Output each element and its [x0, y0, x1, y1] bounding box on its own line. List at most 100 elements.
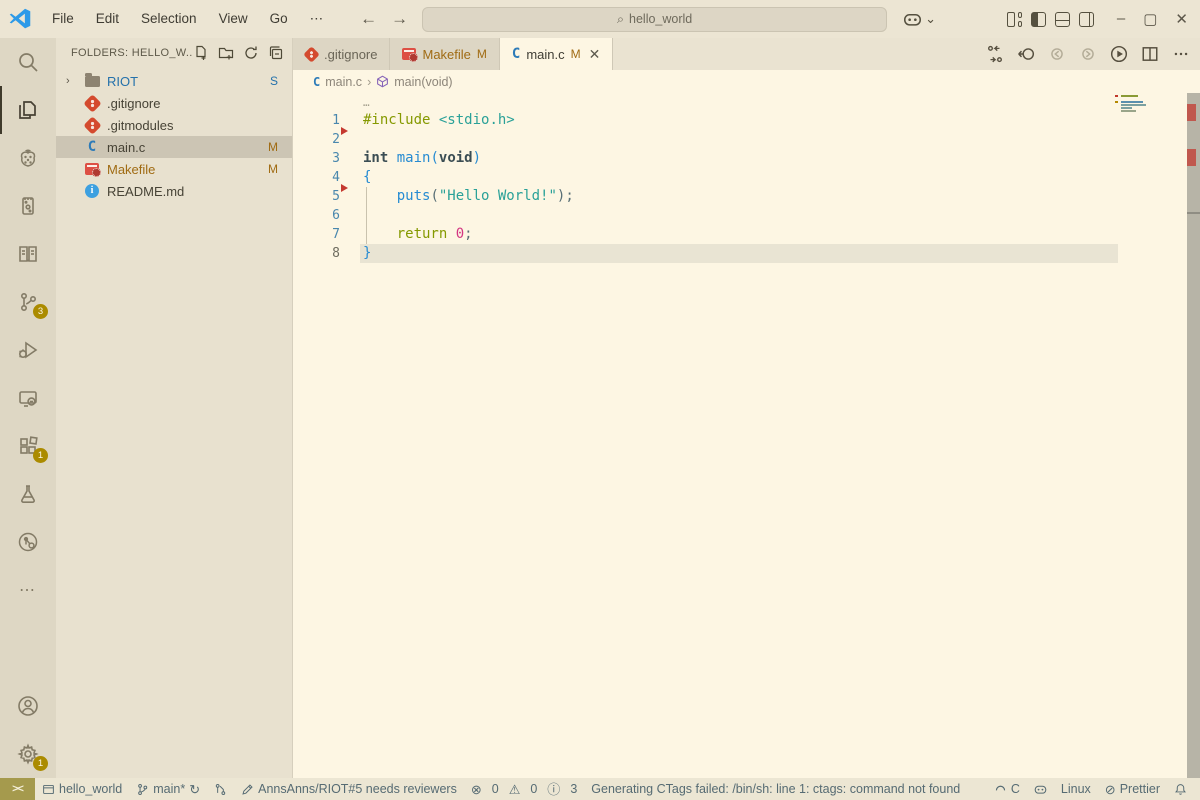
tree-row-gitignore[interactable]: .gitignore [56, 92, 292, 114]
collapse-all-icon[interactable] [268, 45, 284, 61]
next-change-icon[interactable] [1079, 45, 1097, 63]
file-name: .gitignore [107, 96, 292, 111]
workspace-label: hello_world [59, 782, 122, 796]
explorer-sidebar: FOLDERS: HELLO_W... › RIOT [56, 38, 293, 778]
pen-icon [241, 783, 254, 796]
git-graph-item[interactable] [207, 778, 234, 800]
tree-row-riot[interactable]: › RIOT S [56, 70, 292, 92]
breadcrumb-file[interactable]: main.c [325, 75, 362, 89]
menu-more[interactable]: ⋯ [299, 0, 335, 38]
tree-row-gitmodules[interactable]: .gitmodules [56, 114, 292, 136]
tree-row-readme[interactable]: i README.md [56, 180, 292, 202]
code-line-8[interactable]: 8} [293, 244, 1200, 263]
editor-scrollbar[interactable] [1187, 93, 1200, 778]
activity-search[interactable] [0, 38, 56, 86]
code-line-3[interactable]: 3int main(void) [293, 149, 1200, 168]
git-branch-item[interactable]: main* ↻ [129, 778, 207, 800]
file-name: README.md [107, 184, 292, 199]
menu-edit[interactable]: Edit [85, 0, 130, 38]
language-status-item[interactable]: C [987, 778, 1027, 800]
copilot-menu[interactable]: ⌄ [903, 10, 936, 29]
run-code-icon[interactable] [1110, 45, 1128, 63]
copilot-status-item[interactable] [1027, 778, 1054, 800]
error-count: 0 [492, 782, 499, 796]
chevron-right-icon: › [66, 75, 82, 87]
scroll-decoration [1187, 149, 1196, 166]
prev-change-icon[interactable] [1048, 45, 1066, 63]
formatter-item[interactable]: ⊘ Prettier [1098, 778, 1167, 800]
status-bar: >< hello_world main* ↻ AnnsAnns/RIOT#5 n… [0, 778, 1200, 800]
activity-board[interactable] [0, 182, 56, 230]
activity-more[interactable]: ⋯ [0, 566, 56, 614]
menu-selection[interactable]: Selection [130, 0, 208, 38]
os-item[interactable]: Linux [1054, 778, 1098, 800]
history-back-icon[interactable]: ← [360, 9, 377, 29]
toggle-panel-icon[interactable] [1055, 12, 1070, 27]
menu-go[interactable]: Go [259, 0, 299, 38]
remote-icon: >< [12, 783, 23, 795]
code-line-5[interactable]: 5 puts("Hello World!"); [293, 187, 1200, 206]
activity-run-debug[interactable] [0, 326, 56, 374]
beaker-icon [16, 482, 40, 506]
code-line-4[interactable]: 4{ [293, 168, 1200, 187]
breadcrumb-symbol[interactable]: main(void) [394, 75, 452, 89]
new-folder-icon[interactable] [218, 45, 234, 61]
window-minimize-button[interactable]: – [1117, 10, 1125, 28]
tab-label: main.c [526, 47, 564, 62]
os-label: Linux [1061, 782, 1091, 796]
c-file-icon: C [512, 46, 520, 62]
tab-makefile[interactable]: Makefile M [390, 38, 499, 70]
accounts-button[interactable] [0, 682, 56, 730]
vscode-window: File Edit Selection View Go ⋯ ← → ⌕ hell… [0, 0, 1200, 800]
activity-extensions[interactable]: 1 [0, 422, 56, 470]
tab-bar: .gitignore Makefile M C main.c M ✕ [293, 38, 1200, 70]
window-maximize-button[interactable]: ▢ [1143, 10, 1157, 28]
workspace-item[interactable]: hello_world [35, 778, 129, 800]
tree-row-makefile[interactable]: Makefile M [56, 158, 292, 180]
new-file-icon[interactable] [193, 45, 209, 61]
activity-graph-view[interactable] [0, 518, 56, 566]
activity-source-control[interactable]: 3 [0, 278, 56, 326]
remote-indicator[interactable]: >< [0, 778, 35, 800]
minimap[interactable] [1115, 95, 1185, 113]
customize-layout-icon[interactable] [1007, 12, 1022, 27]
tab-close-icon[interactable]: ✕ [589, 46, 601, 63]
refresh-icon[interactable] [243, 45, 259, 61]
split-editor-icon[interactable] [1141, 45, 1159, 63]
code-editor[interactable]: … 1#include <stdio.h>23int main(void)4{5… [293, 93, 1200, 778]
submodule-badge: S [270, 74, 292, 88]
code-line-1[interactable]: 1#include <stdio.h> [293, 111, 1200, 130]
menu-file[interactable]: File [41, 0, 85, 38]
prettier-icon: ⊘ [1105, 783, 1116, 796]
pr-reviewers-item[interactable]: AnnsAnns/RIOT#5 needs reviewers [234, 778, 464, 800]
tab-gitignore[interactable]: .gitignore [293, 38, 390, 70]
toggle-sidebar-icon[interactable] [1031, 12, 1046, 27]
settings-button[interactable]: 1 [0, 730, 56, 778]
command-center-search[interactable]: ⌕ hello_world [422, 7, 887, 32]
activity-docs[interactable] [0, 230, 56, 278]
editor-group: .gitignore Makefile M C main.c M ✕ [293, 38, 1200, 778]
activity-remote-explorer[interactable] [0, 374, 56, 422]
history-forward-icon[interactable]: → [391, 9, 408, 29]
open-changes-icon[interactable] [986, 45, 1004, 63]
line-number: 2 [293, 130, 340, 149]
go-back-icon[interactable] [1017, 45, 1035, 63]
activity-testing[interactable] [0, 470, 56, 518]
window-close-button[interactable]: ✕ [1175, 10, 1188, 28]
menu-view[interactable]: View [208, 0, 259, 38]
code-text: #include <stdio.h> [340, 111, 515, 130]
code-line-6[interactable]: 6 [293, 206, 1200, 225]
activity-raspberry-pi[interactable] [0, 134, 56, 182]
code-line-2[interactable]: 2 [293, 130, 1200, 149]
tree-row-main-c[interactable]: C main.c M [56, 136, 292, 158]
more-actions-icon[interactable] [1172, 45, 1190, 63]
fold-hint[interactable]: … [293, 95, 1200, 111]
code-line-7[interactable]: 7 return 0; [293, 225, 1200, 244]
notifications-item[interactable] [1167, 778, 1194, 800]
toggle-secondary-sidebar-icon[interactable] [1079, 12, 1094, 27]
tab-main-c[interactable]: C main.c M ✕ [500, 38, 613, 70]
language-label: C [1011, 782, 1020, 796]
scm-badge: 3 [33, 304, 48, 319]
problems-item[interactable]: ⊗ 0 ⚠ 0 ⓘ 3 [464, 778, 584, 800]
activity-explorer[interactable] [0, 86, 56, 134]
